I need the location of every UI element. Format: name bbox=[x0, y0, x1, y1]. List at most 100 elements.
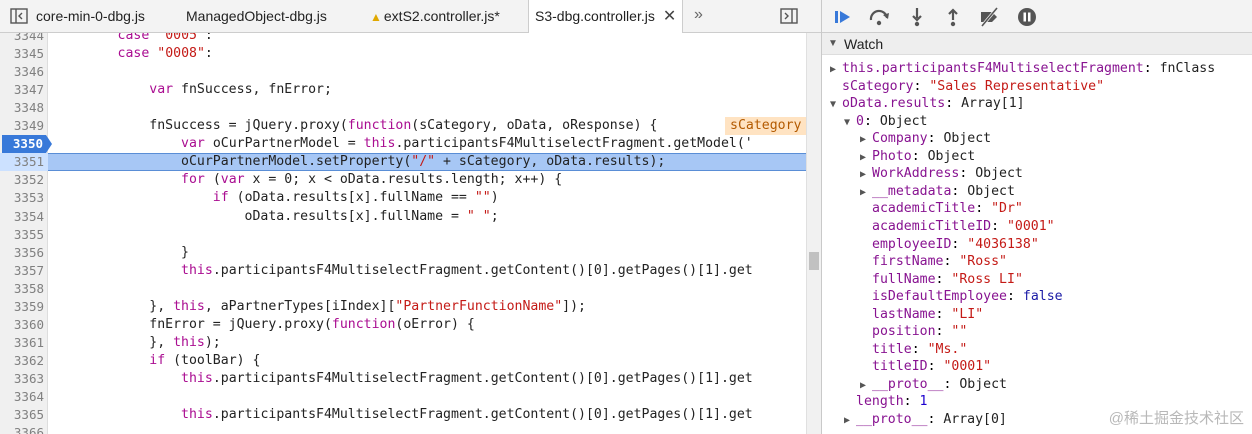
code-line[interactable]: 3356 } bbox=[0, 244, 806, 262]
line-number[interactable]: 3349 bbox=[0, 117, 44, 135]
watch-item[interactable]: titleID: "0001" bbox=[860, 358, 991, 376]
line-number[interactable]: 3363 bbox=[0, 370, 44, 388]
breakpoint-marker-icon[interactable] bbox=[46, 135, 52, 154]
line-number[interactable]: 3366 bbox=[0, 424, 44, 434]
code-line[interactable]: 3357 this.participantsF4MultiselectFragm… bbox=[0, 262, 806, 280]
watch-item[interactable]: ▶ Company: Object bbox=[860, 130, 991, 148]
collapsed-triangle-icon[interactable]: ▶ bbox=[860, 377, 872, 395]
watch-item[interactable]: length: 1 bbox=[844, 393, 927, 411]
tab-managedobject-dbg[interactable]: ManagedObject-dbg.js bbox=[180, 0, 333, 32]
line-number[interactable]: 3345 bbox=[0, 45, 44, 63]
collapsed-triangle-icon[interactable]: ▶ bbox=[860, 166, 872, 184]
watch-item[interactable]: firstName: "Ross" bbox=[860, 253, 1007, 271]
watch-item[interactable]: employeeID: "4036138" bbox=[860, 236, 1039, 254]
watch-item[interactable]: sCategory: "Sales Representative" bbox=[830, 78, 1104, 96]
collapsed-triangle-icon[interactable]: ▶ bbox=[830, 61, 842, 79]
code-line[interactable]: 3360 fnError = jQuery.proxy(function(oEr… bbox=[0, 316, 806, 334]
step-out-icon[interactable] bbox=[942, 6, 964, 28]
tab-core-min-0-dbg[interactable]: core-min-0-dbg.js bbox=[30, 0, 151, 32]
watch-item[interactable]: ▶ __proto__: Array[0] bbox=[844, 411, 1007, 429]
resume-icon[interactable] bbox=[832, 6, 854, 28]
line-number[interactable]: 3360 bbox=[0, 316, 44, 334]
watch-item[interactable]: ▶ this.participantsF4MultiselectFragment:… bbox=[830, 60, 1215, 78]
code-line[interactable]: 3359 }, this, aPartnerTypes[iIndex]["Par… bbox=[0, 298, 806, 316]
line-number[interactable]: 3344 bbox=[0, 33, 44, 45]
code-line[interactable]: 3364 bbox=[0, 388, 806, 406]
watch-item[interactable]: title: "Ms." bbox=[860, 341, 967, 359]
code-line[interactable]: 3363 this.participantsF4MultiselectFragm… bbox=[0, 370, 806, 388]
code-line[interactable]: 3365 this.participantsF4MultiselectFragm… bbox=[0, 406, 806, 424]
code-line[interactable]: 3358 bbox=[0, 280, 806, 298]
more-tabs-button[interactable]: » bbox=[694, 0, 703, 32]
code-line[interactable]: 3354 oData.results[x].fullName = " "; bbox=[0, 208, 806, 226]
line-number[interactable]: 3347 bbox=[0, 81, 44, 99]
watch-item[interactable]: ▶ __metadata: Object bbox=[860, 183, 1015, 201]
line-number[interactable]: 3357 bbox=[0, 262, 44, 280]
watch-item[interactable]: isDefaultEmployee: false bbox=[860, 288, 1063, 306]
watch-item[interactable]: lastName: "LI" bbox=[860, 306, 983, 324]
watch-section-header[interactable]: ▼ Watch bbox=[822, 33, 1252, 55]
line-number[interactable]: 3359 bbox=[0, 298, 44, 316]
code-line[interactable]: 3355 bbox=[0, 226, 806, 244]
code-line[interactable]: 3352 for (var x = 0; x < oData.results.l… bbox=[0, 171, 806, 189]
close-tab-icon[interactable]: ✕ bbox=[663, 8, 676, 25]
watch-separator: : bbox=[1143, 61, 1160, 76]
line-number[interactable]: 3361 bbox=[0, 334, 44, 352]
tab-exts2-controller[interactable]: ▲ extS2.controller.js* bbox=[364, 0, 506, 32]
code-line[interactable]: 3351 oCurPartnerModel.setProperty("/" + … bbox=[0, 153, 806, 172]
code-text: this.participantsF4MultiselectFragment.g… bbox=[181, 262, 753, 278]
code-area[interactable]: 3344 case "0005": 3345 case "0008": 3346 33… bbox=[0, 33, 806, 434]
watch-item[interactable]: ▶ __proto__: Object bbox=[860, 376, 1007, 394]
watch-item[interactable]: ▶ WorkAddress: Object bbox=[860, 165, 1023, 183]
line-number[interactable]: 3350 bbox=[2, 135, 46, 154]
line-number[interactable]: 3362 bbox=[0, 352, 44, 370]
scrollbar-thumb[interactable] bbox=[809, 252, 819, 270]
code-line[interactable]: 3344 case "0005": bbox=[0, 33, 806, 45]
watch-item[interactable]: academicTitleID: "0001" bbox=[860, 218, 1055, 236]
watch-item[interactable]: academicTitle: "Dr" bbox=[860, 200, 1023, 218]
line-number[interactable]: 3352 bbox=[0, 171, 44, 189]
line-number[interactable]: 3351 bbox=[0, 153, 44, 171]
code-line[interactable]: 3362 if (toolBar) { bbox=[0, 352, 806, 370]
collapsed-triangle-icon[interactable]: ▶ bbox=[844, 412, 856, 430]
step-over-icon[interactable] bbox=[868, 6, 890, 28]
code-line[interactable]: 3348 bbox=[0, 99, 806, 117]
watch-item[interactable]: ▶ Photo: Object bbox=[860, 148, 975, 166]
line-number[interactable]: 3365 bbox=[0, 406, 44, 424]
code-line[interactable]: 3366 bbox=[0, 424, 806, 434]
code-line[interactable]: 3361 }, this); bbox=[0, 334, 806, 352]
line-number[interactable]: 3364 bbox=[0, 388, 44, 406]
code-line[interactable]: 3349 fnSuccess = jQuery.proxy(function(s… bbox=[0, 117, 806, 136]
line-number[interactable]: 3346 bbox=[0, 63, 44, 81]
expanded-triangle-icon[interactable]: ▼ bbox=[844, 114, 856, 132]
watch-key: sCategory bbox=[842, 78, 914, 94]
toggle-debugger-icon[interactable] bbox=[780, 8, 798, 24]
editor-scrollbar[interactable] bbox=[806, 33, 821, 434]
expanded-triangle-icon[interactable]: ▼ bbox=[830, 96, 842, 114]
watch-item[interactable]: fullName: "Ross LI" bbox=[860, 271, 1023, 289]
line-number[interactable]: 3348 bbox=[0, 99, 44, 117]
line-number[interactable]: 3355 bbox=[0, 226, 44, 244]
line-number[interactable]: 3358 bbox=[0, 280, 44, 298]
collapsed-triangle-icon[interactable]: ▶ bbox=[860, 149, 872, 167]
deactivate-breakpoints-icon[interactable] bbox=[978, 6, 1000, 28]
pause-on-exceptions-icon[interactable] bbox=[1016, 6, 1038, 28]
tab-s3-dbg-controller[interactable]: S3-dbg.controller.js ✕ bbox=[528, 0, 684, 33]
code-line[interactable]: 3353 if (oData.results[x].fullName == ""… bbox=[0, 189, 806, 207]
watch-item[interactable]: position: "" bbox=[860, 323, 967, 341]
collapsed-triangle-icon[interactable]: ▶ bbox=[860, 131, 872, 149]
code-line[interactable]: 3346 bbox=[0, 63, 806, 81]
code-line[interactable]: 3345 case "0008": bbox=[0, 45, 806, 63]
line-number[interactable]: 3354 bbox=[0, 208, 44, 226]
collapsed-triangle-icon[interactable]: ▶ bbox=[860, 184, 872, 202]
watch-item[interactable]: ▼ oData.results: Array[1] bbox=[830, 95, 1025, 113]
step-into-icon[interactable] bbox=[906, 6, 928, 28]
line-number[interactable]: 3353 bbox=[0, 189, 44, 207]
watch-item[interactable]: ▼ 0: Object bbox=[844, 113, 927, 131]
line-number[interactable]: 3356 bbox=[0, 244, 44, 262]
toggle-navigator-icon[interactable] bbox=[10, 8, 28, 24]
watch-value: fnClass bbox=[1159, 61, 1216, 76]
code-line[interactable]: 3347 var fnSuccess, fnError; bbox=[0, 81, 806, 99]
code-line[interactable]: 3350 var oCurPartnerModel = this.partici… bbox=[0, 135, 806, 154]
watch-key: position bbox=[872, 324, 936, 340]
